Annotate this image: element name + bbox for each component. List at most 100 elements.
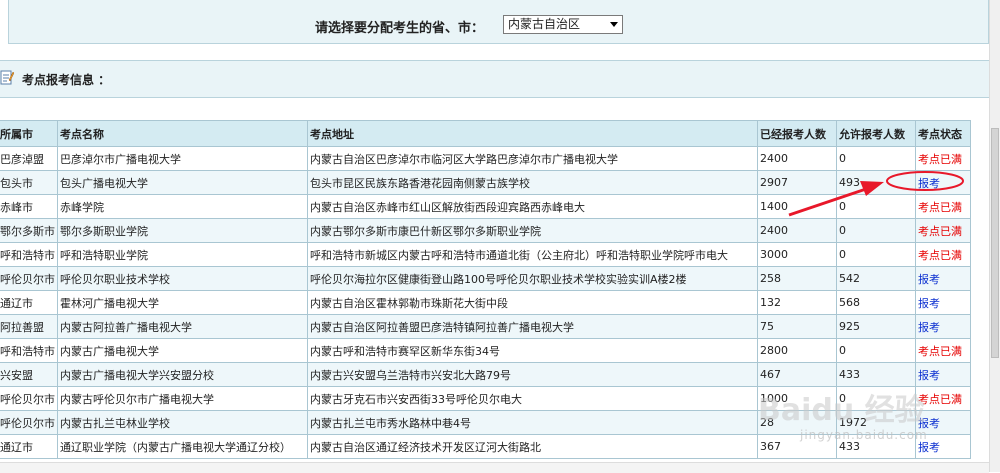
chevron-down-icon[interactable] — [610, 22, 618, 27]
cell-name: 赤峰学院 — [57, 194, 308, 219]
section-header: 考点报考信息 ： — [0, 60, 989, 98]
cell-name: 内蒙古呼伦贝尔市广播电视大学 — [57, 386, 308, 411]
cell-name: 包头广播电视大学 — [57, 170, 308, 195]
cell-address: 内蒙古自治区巴彦淖尔市临河区大学路巴彦淖尔市广播电视大学 — [307, 146, 758, 171]
column-header-status: 考点状态 — [915, 120, 971, 147]
status-full-label: 考点已满 — [918, 248, 962, 262]
cell-name: 内蒙古广播电视大学 — [57, 338, 308, 363]
cell-name: 鄂尔多斯职业学院 — [57, 218, 308, 243]
column-header-registered: 已经报考人数 — [757, 120, 837, 147]
table-row: 巴彦淖盟 巴彦淖尔市广播电视大学 内蒙古自治区巴彦淖尔市临河区大学路巴彦淖尔市广播电… — [0, 146, 971, 171]
cell-city: 呼伦贝尔市 — [0, 410, 58, 435]
table-row: 阿拉善盟 内蒙古阿拉善广播电视大学 内蒙古自治区阿拉善盟巴彦浩特镇阿拉善广播电视大学… — [0, 314, 971, 339]
cell-allowed: 0 — [836, 338, 916, 363]
cell-city: 巴彦淖盟 — [0, 146, 58, 171]
cell-address: 内蒙古鄂尔多斯市康巴什新区鄂尔多斯职业学院 — [307, 218, 758, 243]
cell-status: 考点已满 — [915, 338, 971, 363]
table-row: 兴安盟 内蒙古广播电视大学兴安盟分校 内蒙古兴安盟乌兰浩特市兴安北大路79号 467 4… — [0, 362, 971, 387]
register-link[interactable]: 报考 — [918, 177, 940, 190]
column-header-city: 所属市 — [0, 120, 58, 147]
cell-status: 报考 — [915, 266, 971, 291]
cell-city: 阿拉善盟 — [0, 314, 58, 339]
cell-address: 内蒙古自治区通辽经济技术开发区辽河大街路北 — [307, 434, 758, 459]
cell-city: 赤峰市 — [0, 194, 58, 219]
cell-allowed: 0 — [836, 218, 916, 243]
cell-allowed: 0 — [836, 242, 916, 267]
cell-registered: 2800 — [757, 338, 837, 363]
table-header-row: 所属市 考点名称 考点地址 已经报考人数 允许报考人数 考点状态 — [0, 120, 971, 147]
table-row: 通辽市 霍林河广播电视大学 内蒙古自治区霍林郭勒市珠斯花大街中段 132 568 报考 — [0, 290, 971, 315]
table-row: 包头市 包头广播电视大学 包头市昆区民族东路香港花园南侧蒙古族学校 2907 493 报考 — [0, 170, 971, 195]
column-header-name: 考点名称 — [57, 120, 308, 147]
cell-allowed: 0 — [836, 146, 916, 171]
region-select-bar: 请选择要分配考生的省、市： 内蒙古自治区 — [8, 0, 989, 44]
cell-status: 报考 — [915, 362, 971, 387]
cell-status: 考点已满 — [915, 194, 971, 219]
cell-name: 通辽职业学院（内蒙古广播电视大学通辽分校） — [57, 434, 308, 459]
cell-status: 考点已满 — [915, 242, 971, 267]
cell-city: 通辽市 — [0, 290, 58, 315]
cell-allowed: 0 — [836, 194, 916, 219]
cell-allowed: 493 — [836, 170, 916, 195]
cell-registered: 2907 — [757, 170, 837, 195]
cell-address: 内蒙古扎兰屯市秀水路林中巷4号 — [307, 410, 758, 435]
cell-registered: 2400 — [757, 218, 837, 243]
cell-registered: 2400 — [757, 146, 837, 171]
cell-allowed: 568 — [836, 290, 916, 315]
scrollbar-thumb[interactable] — [991, 128, 999, 358]
cell-registered: 132 — [757, 290, 837, 315]
cell-city: 呼伦贝尔市 — [0, 266, 58, 291]
cell-status: 考点已满 — [915, 218, 971, 243]
table-row: 鄂尔多斯市 鄂尔多斯职业学院 内蒙古鄂尔多斯市康巴什新区鄂尔多斯职业学院 2400 0 考… — [0, 218, 971, 243]
cell-address: 内蒙古牙克石市兴安西街33号呼伦贝尔电大 — [307, 386, 758, 411]
cell-city: 兴安盟 — [0, 362, 58, 387]
table-row: 呼和浩特市 内蒙古广播电视大学 内蒙古呼和浩特市赛罕区新华东街34号 2800 0 考点已… — [0, 338, 971, 363]
cell-address: 内蒙古自治区赤峰市红山区解放街西段迎宾路西赤峰电大 — [307, 194, 758, 219]
register-link[interactable]: 报考 — [918, 297, 940, 310]
cell-name: 内蒙古阿拉善广播电视大学 — [57, 314, 308, 339]
watermark-url: jingyan.baidu.com — [800, 428, 928, 442]
cell-allowed: 433 — [836, 362, 916, 387]
register-link[interactable]: 报考 — [918, 369, 940, 382]
column-header-address: 考点地址 — [307, 120, 758, 147]
cell-city: 包头市 — [0, 170, 58, 195]
cell-address: 内蒙古自治区霍林郭勒市珠斯花大街中段 — [307, 290, 758, 315]
section-title: 考点报考信息 ： — [22, 73, 111, 87]
table-row: 呼伦贝尔市 呼伦贝尔职业技术学校 呼伦贝尔海拉尔区健康街登山路100号呼伦贝尔职业技… — [0, 266, 971, 291]
cell-name: 呼伦贝尔职业技术学校 — [57, 266, 308, 291]
cell-address: 呼和浩特市新城区内蒙古呼和浩特市通道北街（公主府北）呼和浩特职业学院呼市电大 — [307, 242, 758, 267]
cell-city: 呼和浩特市 — [0, 242, 58, 267]
edit-note-icon — [0, 70, 14, 85]
cell-registered: 1400 — [757, 194, 837, 219]
register-link[interactable]: 报考 — [918, 441, 940, 454]
vertical-scrollbar[interactable] — [989, 0, 1000, 472]
cell-city: 鄂尔多斯市 — [0, 218, 58, 243]
cell-registered: 3000 — [757, 242, 837, 267]
cell-name: 呼和浩特职业学院 — [57, 242, 308, 267]
register-link[interactable]: 报考 — [918, 321, 940, 334]
cell-name: 内蒙古广播电视大学兴安盟分校 — [57, 362, 308, 387]
column-header-allowed: 允许报考人数 — [836, 120, 916, 147]
region-select-label: 请选择要分配考生的省、市： — [315, 21, 485, 36]
cell-address: 内蒙古自治区阿拉善盟巴彦浩特镇阿拉善广播电视大学 — [307, 314, 758, 339]
status-full-label: 考点已满 — [918, 344, 962, 358]
cell-name: 霍林河广播电视大学 — [57, 290, 308, 315]
region-select[interactable]: 内蒙古自治区 — [503, 15, 623, 34]
cell-name: 内蒙古扎兰屯林业学校 — [57, 410, 308, 435]
cell-city: 通辽市 — [0, 434, 58, 459]
register-link[interactable]: 报考 — [918, 273, 940, 286]
cell-name: 巴彦淖尔市广播电视大学 — [57, 146, 308, 171]
table-row: 赤峰市 赤峰学院 内蒙古自治区赤峰市红山区解放街西段迎宾路西赤峰电大 1400 0 考点已… — [0, 194, 971, 219]
cell-status: 考点已满 — [915, 146, 971, 171]
cell-allowed: 542 — [836, 266, 916, 291]
status-full-label: 考点已满 — [918, 224, 962, 238]
status-full-label: 考点已满 — [918, 152, 962, 166]
watermark-logo: Baidu 经验 — [758, 393, 925, 428]
cell-status: 报考 — [915, 290, 971, 315]
region-select-value: 内蒙古自治区 — [508, 17, 581, 31]
cell-registered: 258 — [757, 266, 837, 291]
cell-address: 呼伦贝尔海拉尔区健康街登山路100号呼伦贝尔职业技术学校实验实训A楼2楼 — [307, 266, 758, 291]
cell-address: 包头市昆区民族东路香港花园南侧蒙古族学校 — [307, 170, 758, 195]
cell-city: 呼伦贝尔市 — [0, 386, 58, 411]
cell-status: 报考 — [915, 170, 971, 195]
